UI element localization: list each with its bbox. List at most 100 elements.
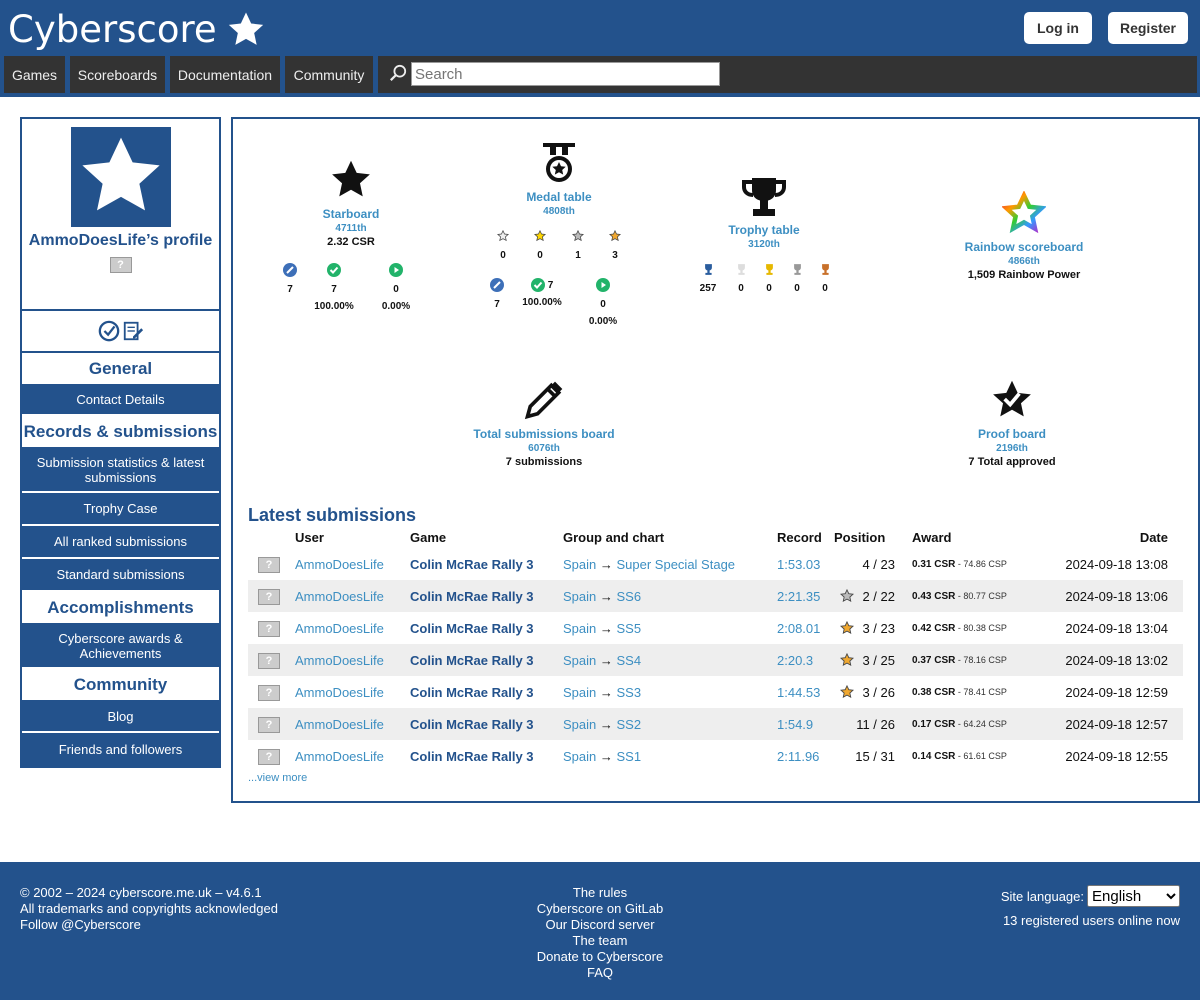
medal-video-pct: 0.00%: [588, 316, 618, 327]
col-group-chart: Group and chart: [563, 529, 665, 545]
footer-follow-link[interactable]: Follow @Cyberscore: [20, 917, 141, 932]
proof-board-card: Proof board 2196th 7 Total approved: [952, 378, 1072, 468]
col-record: Record: [777, 529, 822, 545]
row-record-link[interactable]: 2:20.3: [777, 653, 834, 668]
footer-link-donate[interactable]: Donate to Cyberscore: [500, 949, 700, 965]
nav-community[interactable]: Community: [285, 56, 373, 93]
sidebar-link-ranked-submissions[interactable]: All ranked submissions: [22, 526, 219, 559]
row-chart-link[interactable]: SS6: [617, 589, 642, 604]
login-button[interactable]: Log in: [1024, 12, 1092, 44]
footer-link-gitlab[interactable]: Cyberscore on GitLab: [500, 901, 700, 917]
nav-scoreboards[interactable]: Scoreboards: [70, 56, 165, 93]
sidebar-link-submission-stats[interactable]: Submission statistics & latest submissio…: [22, 448, 219, 493]
search-input[interactable]: [411, 62, 720, 86]
row-group-link[interactable]: Spain: [563, 685, 596, 700]
row-award: 0.43 CSR - 80.77 CSP: [912, 591, 1052, 602]
medal-table-title[interactable]: Medal table: [509, 190, 609, 204]
total-submissions-title[interactable]: Total submissions board: [464, 427, 624, 441]
row-user-link[interactable]: AmmoDoesLife: [295, 685, 410, 700]
row-record-link[interactable]: 1:53.03: [777, 557, 834, 572]
row-user-link[interactable]: AmmoDoesLife: [295, 749, 410, 764]
nav-games[interactable]: Games: [4, 56, 65, 93]
col-date: Date: [1139, 529, 1168, 545]
row-game-link[interactable]: Colin McRae Rally 3: [410, 589, 563, 604]
unknown-flag-badge: ?: [258, 748, 280, 765]
language-select[interactable]: English: [1087, 885, 1180, 907]
row-record-link[interactable]: 2:11.96: [777, 749, 834, 764]
row-record-link[interactable]: 2:21.35: [777, 589, 834, 604]
unknown-flag-badge: ?: [258, 684, 280, 701]
table-row: ? AmmoDoesLife Colin McRae Rally 3 Spain → …: [248, 644, 1183, 676]
row-record-link[interactable]: 1:44.53: [777, 685, 834, 700]
row-chart-link[interactable]: SS4: [617, 653, 642, 668]
proof-board-title[interactable]: Proof board: [952, 427, 1072, 441]
row-user-link[interactable]: AmmoDoesLife: [295, 717, 410, 732]
table-header: User Game Group and chart Record Positio…: [248, 526, 1183, 548]
nav-documentation[interactable]: Documentation: [170, 56, 280, 93]
row-game-link[interactable]: Colin McRae Rally 3: [410, 621, 563, 636]
row-award: 0.38 CSR - 78.41 CSP: [912, 687, 1052, 698]
trophy-table-card: Trophy table 3120th: [709, 176, 819, 250]
row-user-link[interactable]: AmmoDoesLife: [295, 557, 410, 572]
row-user-link[interactable]: AmmoDoesLife: [295, 589, 410, 604]
language-label: Site language:: [1000, 888, 1084, 904]
row-game-link[interactable]: Colin McRae Rally 3: [410, 717, 563, 732]
sidebar-link-standard-submissions[interactable]: Standard submissions: [22, 559, 219, 592]
starboard-title[interactable]: Starboard: [301, 207, 401, 221]
avatar-star-icon: [81, 137, 160, 211]
row-game-link[interactable]: Colin McRae Rally 3: [410, 685, 563, 700]
row-chart-link[interactable]: SS3: [617, 685, 642, 700]
sidebar-link-trophy-case[interactable]: Trophy Case: [22, 493, 219, 526]
row-group-link[interactable]: Spain: [563, 653, 596, 668]
unknown-flag-badge: ?: [258, 716, 280, 733]
dashboard-icon[interactable]: [98, 320, 120, 342]
trophy-table-rank: 3120th: [748, 239, 780, 250]
sidebar-link-blog[interactable]: Blog: [22, 701, 219, 733]
search-icon[interactable]: [389, 64, 407, 82]
starboard-video-pct: 0.00%: [381, 301, 411, 312]
medal-approved: 7: [547, 279, 554, 291]
footer-link-faq[interactable]: FAQ: [500, 965, 700, 981]
row-user-link[interactable]: AmmoDoesLife: [295, 653, 410, 668]
row-group-chart: Spain → SS4: [563, 653, 777, 668]
check-badge-icon: [327, 263, 341, 277]
view-more-link[interactable]: ...view more: [248, 772, 307, 784]
row-csp: - 80.77 CSP: [955, 590, 1007, 601]
play-badge-icon: [596, 278, 610, 292]
row-group-link[interactable]: Spain: [563, 557, 596, 572]
row-group-link[interactable]: Spain: [563, 589, 596, 604]
footer-link-rules[interactable]: The rules: [500, 885, 700, 901]
footer-link-team[interactable]: The team: [500, 933, 700, 949]
rainbow-value: 1,509 Rainbow Power: [967, 269, 1081, 281]
row-chart-link[interactable]: Super Special Stage: [617, 557, 736, 572]
trophy-table-title[interactable]: Trophy table: [709, 223, 819, 237]
row-chart-link[interactable]: SS2: [617, 717, 642, 732]
edit-profile-icon[interactable]: [122, 320, 144, 342]
col-game: Game: [410, 529, 447, 545]
row-game-link[interactable]: Colin McRae Rally 3: [410, 557, 563, 572]
row-chart-link[interactable]: SS1: [617, 749, 642, 764]
footer-link-discord[interactable]: Our Discord server: [500, 917, 700, 933]
row-record-link[interactable]: 2:08.01: [777, 621, 834, 636]
row-user-link[interactable]: AmmoDoesLife: [295, 621, 410, 636]
sidebar-link-contact-details[interactable]: Contact Details: [22, 385, 219, 416]
row-game-link[interactable]: Colin McRae Rally 3: [410, 653, 563, 668]
sidebar-link-friends[interactable]: Friends and followers: [22, 733, 219, 766]
unknown-flag-badge: ?: [258, 652, 280, 669]
row-record-link[interactable]: 1:54.9: [777, 717, 834, 732]
col-award: Award: [912, 529, 952, 545]
row-position-text: 3 / 25: [862, 652, 895, 668]
latest-submissions-table: User Game Group and chart Record Positio…: [248, 526, 1183, 772]
row-group-link[interactable]: Spain: [563, 717, 596, 732]
sidebar-link-awards[interactable]: Cyberscore awards & Achievements: [22, 624, 219, 669]
row-group-link[interactable]: Spain: [563, 621, 596, 636]
row-game-link[interactable]: Colin McRae Rally 3: [410, 749, 563, 764]
arrow-icon: →: [599, 588, 613, 604]
row-group-link[interactable]: Spain: [563, 749, 596, 764]
medal-bronze-count: 3: [612, 250, 618, 261]
row-chart-link[interactable]: SS5: [617, 621, 642, 636]
play-badge-icon: [389, 263, 403, 277]
register-button[interactable]: Register: [1108, 12, 1188, 44]
logo[interactable]: Cyberscore: [8, 8, 267, 51]
rainbow-title[interactable]: Rainbow scoreboard: [949, 240, 1099, 254]
